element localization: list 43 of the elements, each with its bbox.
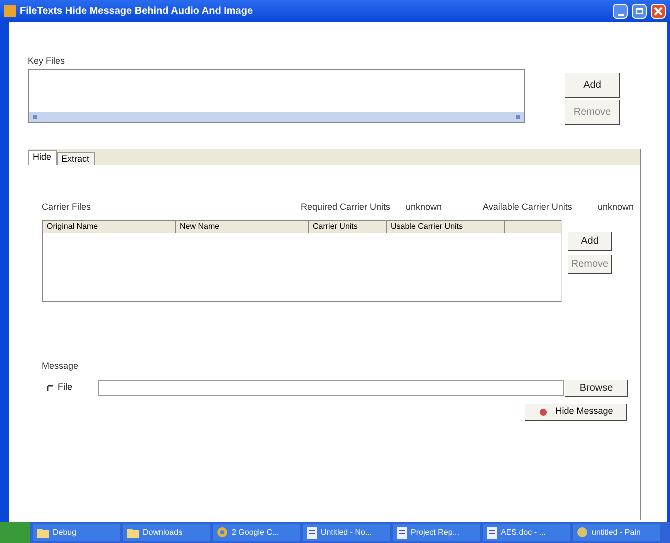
folder-icon: [127, 528, 139, 538]
button[interactable]: Add: [565, 72, 620, 98]
button[interactable]: Browse: [565, 380, 628, 396]
taskbar-button[interactable]: AES.doc - ...: [483, 524, 570, 541]
minimize-button[interactable]: [613, 4, 628, 18]
check-icon: [46, 384, 54, 392]
taskbar-button[interactable]: 2 Google C...: [213, 524, 300, 541]
folder-icon: [37, 528, 49, 538]
tab[interactable]: Extract: [56, 152, 95, 164]
taskbar-button[interactable]: Project Rep...: [393, 524, 480, 541]
horizontal-scrollbar[interactable]: [29, 112, 524, 122]
column-header[interactable]: Original Name: [43, 221, 176, 233]
maximize-button[interactable]: [632, 4, 647, 18]
tab[interactable]: Hide: [28, 150, 57, 164]
available-units-label: Available Carrier Units: [483, 200, 574, 214]
globe-icon: [217, 527, 228, 538]
carrier-files-label: Carrier Files: [42, 200, 92, 214]
available-units-value: unknown: [598, 200, 634, 214]
taskbar-button[interactable]: Downloads: [123, 524, 210, 541]
hide-message-button[interactable]: Hide Message: [525, 404, 627, 420]
document-icon: [397, 526, 407, 538]
taskbar-button[interactable]: Debug: [33, 524, 120, 541]
key-files-list[interactable]: [28, 68, 525, 122]
file-checkbox[interactable]: File: [46, 381, 98, 395]
key-files-label: Key Files: [28, 55, 66, 68]
taskbar-button[interactable]: untitled - Pain: [573, 524, 660, 541]
document-icon: [307, 526, 317, 538]
carrier-files-table[interactable]: Original Name New Name Carrier Units Usable Carrier Units: [42, 220, 562, 302]
close-icon: [654, 6, 663, 16]
app-icon: [4, 5, 16, 17]
column-header[interactable]: Carrier Units: [309, 221, 387, 233]
required-units-label: Required Carrier Units: [301, 200, 392, 214]
required-units-value: unknown: [406, 200, 444, 214]
window-title: FileTexts Hide Message Behind Audio And Image: [20, 4, 254, 18]
column-header[interactable]: Usable Carrier Units: [387, 221, 505, 233]
start-button[interactable]: [0, 522, 30, 543]
column-header[interactable]: New Name: [176, 221, 309, 233]
message-label: Message: [42, 360, 80, 373]
button[interactable]: Add: [568, 232, 612, 251]
taskbar-button[interactable]: Untitled - No...: [303, 524, 390, 541]
document-icon: [487, 526, 497, 538]
close-button[interactable]: [651, 4, 666, 18]
file-path-field[interactable]: [98, 380, 564, 396]
